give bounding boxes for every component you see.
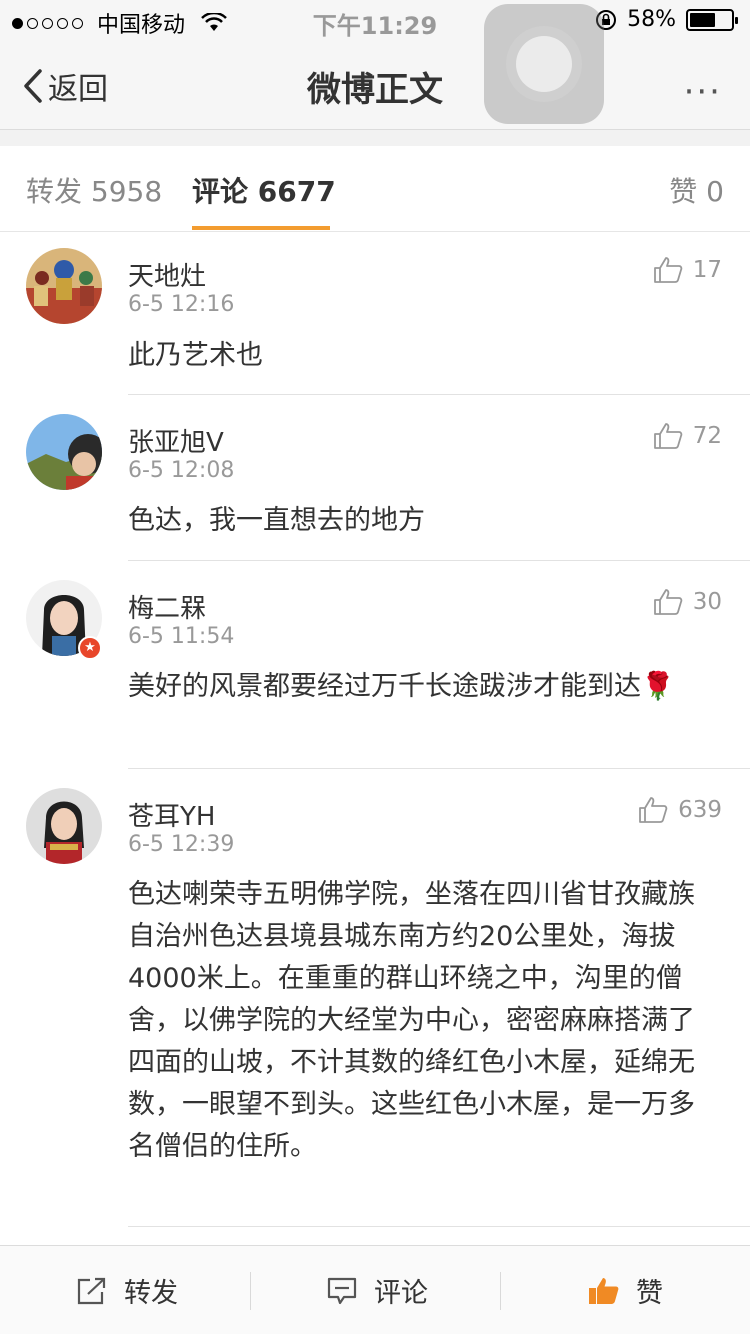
thumbs-up-icon [653,257,683,283]
comment-text: 此乃艺术也 [128,340,263,371]
battery-icon [686,8,738,31]
comment-item: 天地灶 6-5 12:16 17 此乃艺术也 [0,232,750,395]
comment-text: 美好的风景都要经过万千长途跋涉才能到达🌹 [128,671,675,702]
comment-author[interactable]: 天地灶 [128,256,206,293]
comment-time: 6-5 12:08 [128,458,235,483]
avatar[interactable] [26,414,102,490]
comment-like-button[interactable]: 639 [638,796,722,824]
tab-repost[interactable]: 转发 5958 [26,170,162,210]
comment-item: 张亚旭V 6-5 12:08 72 色达，我一直想去的地方 [0,394,750,561]
page-title: 微博正文 [307,70,443,110]
like-count: 72 [692,423,722,449]
status-bar: 中国移动 下午11:29 58% [0,0,750,40]
comment-time: 6-5 11:54 [128,624,235,649]
comment-time: 6-5 12:16 [128,292,235,317]
section-gap [0,130,750,146]
comment-author[interactable]: 张亚旭V [128,422,224,459]
comment-button[interactable]: 评论 [326,1246,428,1334]
thumbs-up-filled-icon [589,1277,619,1304]
comment-item: ★ 梅二槑 6-5 11:54 30 美好的风景都要经过万千长途跋涉才能到达🌹 [0,560,750,769]
more-button[interactable]: ··· [684,72,722,112]
navigation-bar: 返回 微博正文 ··· [0,40,750,130]
repost-button[interactable]: 转发 [76,1246,178,1334]
comment-text: 色达喇荣寺五明佛学院，坐落在四川省甘孜藏族自治州色达县境县城东南方约20公里处，… [128,879,695,1162]
comment-time: 6-5 12:39 [128,832,235,857]
comment-like-button[interactable]: 17 [653,256,722,284]
comment-tabs: 转发 5958 评论 6677 赞 0 [0,146,750,232]
like-count: 17 [692,257,722,283]
top-bar: 中国移动 下午11:29 58% 返回 微博正文 ··· [0,0,750,130]
comment-label: 评论 [374,1278,428,1309]
like-button[interactable]: 赞 [588,1246,663,1334]
comment-list: 天地灶 6-5 12:16 17 此乃艺术也 张亚旭V 6-5 12:08 72… [0,232,750,1227]
thumbs-up-icon [639,797,668,823]
bottom-action-bar: 转发 评论 赞 [0,1245,750,1334]
verified-badge-icon: ★ [78,636,102,660]
repost-label: 转发 [124,1278,178,1309]
like-count: 30 [692,589,722,615]
comment-like-button[interactable]: 72 [653,422,722,450]
comment-author[interactable]: 苍耳YH [128,796,215,833]
avatar[interactable] [26,248,102,324]
comment-text: 色达，我一直想去的地方 [128,505,425,536]
tab-comment[interactable]: 评论 6677 [192,170,336,210]
thumbs-up-icon [653,589,683,615]
share-icon [77,1277,106,1304]
comment-item: 苍耳YH 6-5 12:39 639 色达喇荣寺五明佛学院，坐落在四川省甘孜藏族… [0,768,750,1227]
tab-like[interactable]: 赞 0 [669,170,724,210]
active-tab-indicator [192,226,330,230]
like-label: 赞 [636,1278,663,1309]
thumbs-up-icon [653,423,683,449]
comment-like-button[interactable]: 30 [653,588,722,616]
comment-icon [327,1277,357,1304]
battery-percent: 58% [627,7,676,32]
assistive-touch-button[interactable] [484,4,604,124]
avatar[interactable] [26,788,102,864]
like-count: 639 [678,797,722,823]
comment-author[interactable]: 梅二槑 [128,588,206,625]
